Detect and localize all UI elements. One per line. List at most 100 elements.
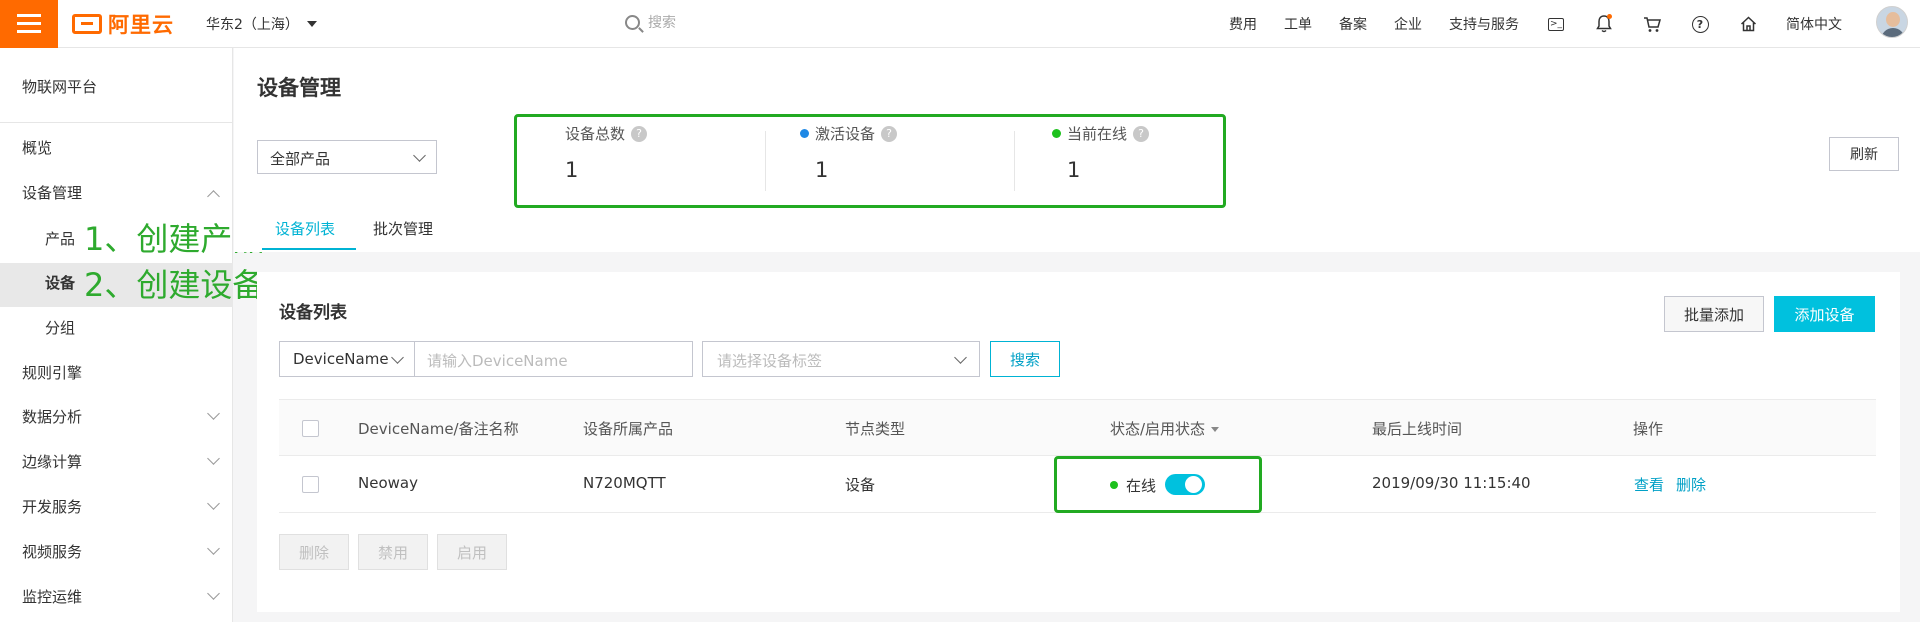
device-name-placeholder: 请输入DeviceName bbox=[427, 352, 568, 370]
add-device-button[interactable]: 添加设备 bbox=[1774, 296, 1875, 332]
delete-link[interactable]: 删除 bbox=[1676, 474, 1706, 495]
stat-divider bbox=[1014, 131, 1015, 191]
product-filter-select[interactable]: 全部产品 bbox=[257, 140, 437, 174]
stat-online: 当前在线 ? 1 bbox=[1052, 123, 1302, 182]
sidebar-item-edge-computing[interactable]: 边缘计算 bbox=[22, 451, 82, 472]
avatar[interactable] bbox=[1876, 6, 1908, 38]
cell-device-name: Neoway bbox=[358, 474, 418, 492]
cell-node-type: 设备 bbox=[845, 476, 876, 494]
sidebar-item-product[interactable]: 产品 bbox=[45, 228, 75, 249]
sidebar-item-group[interactable]: 分组 bbox=[45, 317, 75, 338]
cart-icon[interactable] bbox=[1642, 14, 1662, 34]
chevron-down-icon[interactable] bbox=[207, 542, 220, 555]
select-all-checkbox[interactable] bbox=[302, 420, 319, 437]
sidebar-item-video-services[interactable]: 视频服务 bbox=[22, 541, 82, 562]
filter-field-value: DeviceName bbox=[293, 350, 389, 368]
terminal-icon[interactable]: >_ bbox=[1546, 14, 1566, 34]
aliyun-logo-icon bbox=[72, 13, 102, 34]
stat-active-value: 1 bbox=[815, 158, 829, 182]
help-icon[interactable]: ? bbox=[1133, 125, 1150, 142]
nav-icp[interactable]: 备案 bbox=[1339, 14, 1367, 34]
region-label: 华东2（上海） bbox=[206, 16, 299, 33]
search-button[interactable]: 搜索 bbox=[990, 341, 1060, 377]
help-icon[interactable]: ? bbox=[881, 125, 898, 142]
online-status-dot bbox=[1110, 481, 1118, 489]
stat-active: 激活设备 ? 1 bbox=[800, 123, 1050, 182]
filter-field-select[interactable]: DeviceName bbox=[279, 341, 415, 377]
stat-online-value: 1 bbox=[1067, 158, 1081, 182]
nav-support[interactable]: 支持与服务 bbox=[1449, 14, 1519, 34]
logo-text: 阿里云 bbox=[108, 12, 174, 37]
bulk-delete-button[interactable]: 删除 bbox=[279, 534, 349, 570]
sidebar-item-data-analysis[interactable]: 数据分析 bbox=[22, 406, 82, 427]
chevron-down-icon bbox=[391, 351, 404, 364]
top-bar: 阿里云 华东2（上海） 搜索 费用 工单 备案 企业 支持与服务 >_ ? 简体… bbox=[0, 0, 1920, 48]
column-header-node-type: 节点类型 bbox=[845, 420, 906, 438]
aliyun-logo[interactable]: 阿里云 bbox=[72, 9, 174, 39]
chevron-down-icon[interactable] bbox=[207, 497, 220, 510]
top-nav: 费用 工单 备案 企业 支持与服务 >_ ? 简体中文 bbox=[1229, 0, 1869, 48]
tab-device-list[interactable]: 设备列表 bbox=[275, 218, 335, 239]
column-header-last-online: 最后上线时间 bbox=[1372, 420, 1463, 438]
page-title: 设备管理 bbox=[257, 76, 341, 100]
sidebar-item-device-mgmt[interactable]: 设备管理 bbox=[22, 182, 82, 203]
bell-icon[interactable] bbox=[1594, 14, 1614, 34]
nav-billing[interactable]: 费用 bbox=[1229, 14, 1257, 34]
sidebar-item-rules-engine[interactable]: 规则引擎 bbox=[22, 362, 82, 383]
view-link[interactable]: 查看 bbox=[1634, 474, 1664, 495]
sidebar-item-monitoring-ops[interactable]: 监控运维 bbox=[22, 586, 82, 607]
active-dot bbox=[800, 129, 809, 138]
home-icon[interactable] bbox=[1738, 14, 1758, 34]
row-checkbox[interactable] bbox=[302, 476, 319, 493]
chevron-up-icon[interactable] bbox=[207, 190, 220, 203]
stat-total-value: 1 bbox=[565, 158, 579, 182]
nav-enterprise[interactable]: 企业 bbox=[1394, 14, 1422, 34]
refresh-button[interactable]: 刷新 bbox=[1829, 137, 1899, 171]
device-name-input[interactable]: 请输入DeviceName bbox=[414, 341, 693, 377]
sidebar-title[interactable]: 物联网平台 bbox=[22, 76, 97, 97]
sidebar: 物联网平台 概览 设备管理 产品 设备 分组 规则引擎 数据分析 边缘计算 开发… bbox=[0, 48, 233, 622]
top-search[interactable]: 搜索 bbox=[625, 12, 676, 32]
bulk-disable-button[interactable]: 禁用 bbox=[358, 534, 428, 570]
language-switch[interactable]: 简体中文 bbox=[1786, 14, 1842, 34]
column-header-product: 设备所属产品 bbox=[583, 420, 674, 438]
help-icon[interactable]: ? bbox=[631, 125, 648, 142]
nav-tickets[interactable]: 工单 bbox=[1284, 14, 1312, 34]
notification-dot bbox=[1607, 14, 1612, 19]
sort-caret-icon[interactable] bbox=[1211, 427, 1220, 432]
sidebar-item-overview[interactable]: 概览 bbox=[22, 137, 52, 158]
column-header-status[interactable]: 状态/启用状态 bbox=[1110, 418, 1220, 439]
caret-down-icon bbox=[306, 20, 317, 27]
annotation-step2: 2、创建设备 bbox=[84, 266, 265, 304]
bulk-enable-button[interactable]: 启用 bbox=[437, 534, 507, 570]
menu-icon[interactable] bbox=[0, 0, 58, 48]
sidebar-item-device[interactable]: 设备 bbox=[45, 272, 75, 293]
product-filter-value: 全部产品 bbox=[270, 150, 331, 168]
status-highlight bbox=[1054, 456, 1262, 513]
region-selector[interactable]: 华东2（上海） bbox=[206, 14, 317, 34]
table-header: DeviceName/备注名称 设备所属产品 节点类型 状态/启用状态 最后上线… bbox=[279, 399, 1876, 456]
device-list-title: 设备列表 bbox=[279, 303, 347, 323]
cell-product: N720MQTT bbox=[583, 474, 666, 492]
tab-active-underline bbox=[262, 248, 356, 250]
column-header-status-label: 状态/启用状态 bbox=[1110, 420, 1206, 438]
search-icon bbox=[625, 14, 640, 30]
stat-divider bbox=[765, 131, 766, 191]
online-dot bbox=[1052, 129, 1061, 138]
chevron-down-icon[interactable] bbox=[207, 587, 220, 600]
cell-status: 在线 bbox=[1126, 477, 1157, 495]
chevron-down-icon[interactable] bbox=[207, 452, 220, 465]
device-tag-select[interactable]: 请选择设备标签 bbox=[702, 341, 980, 377]
column-header-name: DeviceName/备注名称 bbox=[358, 420, 519, 438]
stat-online-label: 当前在线 bbox=[1067, 125, 1128, 143]
tab-batch-mgmt[interactable]: 批次管理 bbox=[373, 218, 433, 239]
enable-toggle[interactable] bbox=[1165, 474, 1205, 495]
chevron-down-icon bbox=[413, 149, 426, 162]
stat-total-label: 设备总数 bbox=[565, 125, 626, 143]
sidebar-divider bbox=[0, 122, 233, 123]
help-icon[interactable]: ? bbox=[1690, 14, 1710, 34]
batch-add-button[interactable]: 批量添加 bbox=[1664, 296, 1764, 332]
chevron-down-icon[interactable] bbox=[207, 407, 220, 420]
stat-total: 设备总数 ? 1 bbox=[565, 123, 815, 182]
sidebar-item-dev-services[interactable]: 开发服务 bbox=[22, 496, 82, 517]
